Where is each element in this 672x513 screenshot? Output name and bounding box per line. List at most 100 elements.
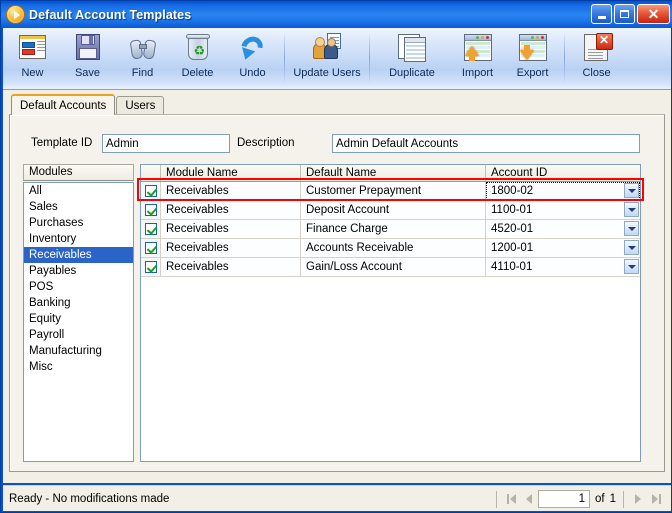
module-item-manufacturing[interactable]: Manufacturing — [24, 343, 133, 359]
first-record-icon — [509, 494, 516, 504]
maximize-button[interactable] — [614, 4, 635, 24]
toolbar-label-import: Import — [461, 67, 494, 79]
cell-account-id-value: 4110-01 — [491, 261, 533, 273]
toolbar-separator-2 — [369, 32, 370, 84]
toolbar-button-save[interactable]: Save — [60, 28, 115, 88]
toolbar-button-undo[interactable]: Undo — [225, 28, 280, 88]
toolbar-button-close[interactable]: ✕ Close — [569, 28, 624, 88]
checkbox-checked-icon[interactable] — [144, 223, 157, 235]
toolbar-label-undo: Undo — [239, 67, 266, 79]
toolbar-separator — [284, 32, 285, 84]
tab-label-users: Users — [125, 100, 156, 112]
module-item-misc[interactable]: Misc — [24, 359, 133, 375]
floppy-disk-icon — [71, 32, 105, 64]
toolbar-button-import[interactable]: Import — [450, 28, 505, 88]
default-accounts-grid: Module Name Default Name Account ID Rece… — [140, 164, 641, 462]
module-item-receivables[interactable]: Receivables — [24, 247, 133, 263]
cell-module-name: Receivables — [161, 258, 301, 276]
row-checkbox-cell[interactable] — [141, 258, 161, 276]
close-window-button[interactable]: ✕ — [637, 4, 670, 24]
description-input[interactable] — [332, 134, 640, 153]
toolbar-button-delete[interactable]: ♻ Delete — [170, 28, 225, 88]
grid-header-account-id[interactable]: Account ID — [486, 165, 640, 181]
row-checkbox-cell[interactable] — [141, 201, 161, 219]
export-grid-icon — [516, 32, 550, 64]
table-row[interactable]: Receivables Finance Charge 4520-01 — [141, 220, 640, 239]
toolbar-label-duplicate: Duplicate — [389, 67, 435, 79]
cell-module-name: Receivables — [161, 182, 301, 200]
maximize-icon — [620, 10, 629, 18]
module-item-banking[interactable]: Banking — [24, 295, 133, 311]
modules-list[interactable]: All Sales Purchases Inventory Receivable… — [23, 182, 134, 462]
previous-record-button[interactable] — [520, 490, 538, 508]
module-item-inventory[interactable]: Inventory — [24, 231, 133, 247]
new-document-icon — [16, 32, 50, 64]
cell-account-id[interactable]: 1200-01 — [486, 239, 640, 257]
toolbar-label-update-users: Update Users — [293, 67, 361, 79]
toolbar-button-update-users[interactable]: Update Users — [289, 28, 365, 88]
toolbar-button-duplicate[interactable]: Duplicate — [374, 28, 450, 88]
previous-record-icon — [526, 494, 532, 504]
first-record-button[interactable] — [502, 490, 520, 508]
duplicate-window-icon — [395, 32, 429, 64]
grid-header-module-name[interactable]: Module Name — [161, 165, 301, 181]
title-bar: Default Account Templates ✕ — [1, 1, 672, 28]
row-checkbox-cell[interactable] — [141, 182, 161, 200]
record-total-label: 1 — [609, 493, 616, 505]
row-checkbox-cell[interactable] — [141, 239, 161, 257]
table-row[interactable]: Receivables Gain/Loss Account 4110-01 — [141, 258, 640, 277]
module-item-purchases[interactable]: Purchases — [24, 215, 133, 231]
toolbar-button-find[interactable]: Find — [115, 28, 170, 88]
last-record-icon — [651, 494, 658, 504]
next-record-button[interactable] — [629, 490, 647, 508]
cell-account-id[interactable]: 1800-02 — [486, 182, 640, 200]
chevron-down-icon[interactable] — [624, 221, 639, 236]
chevron-down-icon[interactable] — [624, 202, 639, 217]
cell-account-id[interactable]: 4110-01 — [486, 258, 640, 276]
tab-users[interactable]: Users — [116, 96, 165, 115]
toolbar-separator-3 — [564, 32, 565, 84]
module-item-pos[interactable]: POS — [24, 279, 133, 295]
grid-header-default-name[interactable]: Default Name — [301, 165, 486, 181]
close-icon: ✕ — [647, 6, 660, 22]
tab-strip: Default Accounts Users — [11, 94, 165, 115]
checkbox-checked-icon[interactable] — [144, 242, 157, 254]
checkbox-checked-icon[interactable] — [144, 261, 157, 273]
toolbar-button-export[interactable]: Export — [505, 28, 560, 88]
table-row[interactable]: Receivables Customer Prepayment 1800-02 — [141, 182, 640, 201]
last-record-button[interactable] — [647, 490, 665, 508]
module-item-all[interactable]: All — [24, 183, 133, 199]
chevron-down-icon[interactable] — [624, 240, 639, 255]
toolbar-button-new[interactable]: New — [5, 28, 60, 88]
template-id-input[interactable] — [102, 134, 230, 153]
cell-account-id[interactable]: 4520-01 — [486, 220, 640, 238]
tab-default-accounts[interactable]: Default Accounts — [11, 94, 116, 115]
status-bar: Ready - No modifications made of 1 — [3, 485, 671, 511]
chevron-down-icon[interactable] — [624, 259, 639, 274]
checkbox-checked-icon[interactable] — [144, 185, 157, 197]
module-item-equity[interactable]: Equity — [24, 311, 133, 327]
cell-account-id-value: 1100-01 — [491, 204, 533, 216]
module-item-payables[interactable]: Payables — [24, 263, 133, 279]
current-record-input[interactable] — [538, 490, 590, 508]
window-title: Default Account Templates — [29, 7, 192, 22]
import-grid-icon — [461, 32, 495, 64]
minimize-button[interactable] — [591, 4, 612, 24]
cell-account-id-value: 4520-01 — [491, 223, 534, 235]
cell-default-name: Finance Charge — [301, 220, 486, 238]
checkbox-checked-icon[interactable] — [144, 204, 157, 216]
users-update-icon — [310, 32, 344, 64]
row-checkbox-cell[interactable] — [141, 220, 161, 238]
recycle-bin-icon: ♻ — [181, 32, 215, 64]
cell-default-name: Deposit Account — [301, 201, 486, 219]
toolbar-label-close: Close — [582, 67, 611, 79]
table-row[interactable]: Receivables Deposit Account 1100-01 — [141, 201, 640, 220]
main-toolbar: New Save Find ♻ Delete Undo Update Users… — [3, 28, 671, 90]
module-item-payroll[interactable]: Payroll — [24, 327, 133, 343]
cell-account-id[interactable]: 1100-01 — [486, 201, 640, 219]
chevron-down-icon[interactable] — [624, 183, 639, 198]
cell-default-name: Accounts Receivable — [301, 239, 486, 257]
table-row[interactable]: Receivables Accounts Receivable 1200-01 — [141, 239, 640, 258]
module-item-sales[interactable]: Sales — [24, 199, 133, 215]
close-document-icon: ✕ — [580, 32, 614, 64]
